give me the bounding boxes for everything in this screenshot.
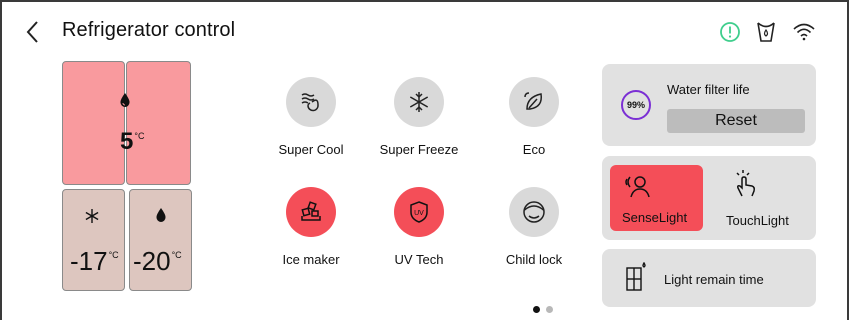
svg-text:UV: UV (414, 210, 424, 217)
sense-light-button[interactable]: SenseLight (610, 165, 703, 231)
back-chevron-icon (26, 21, 38, 43)
page-dot[interactable] (546, 306, 553, 313)
light-remain-label: Light remain time (664, 272, 764, 287)
fridge-left-door[interactable] (62, 61, 125, 185)
feature-eco[interactable]: Eco (479, 77, 589, 157)
filter-reset-button[interactable]: Reset (667, 109, 805, 133)
fridge-temperature: 5°C (120, 128, 144, 156)
feature-super-freeze[interactable]: Super Freeze (364, 77, 474, 157)
touch-light-button[interactable]: TouchLight (716, 165, 811, 231)
snowflake-icon (84, 208, 100, 229)
wifi-button[interactable] (792, 20, 816, 44)
child-lock-label: Child lock (505, 252, 563, 267)
super-cool-icon (301, 93, 319, 112)
sense-light-label: SenseLight (622, 210, 688, 225)
snowflake-icon (409, 92, 429, 112)
pagination-dots (533, 306, 553, 313)
touch-light-label: TouchLight (726, 213, 789, 228)
ice-cubes-icon (301, 201, 321, 221)
water-drop-icon (119, 92, 131, 113)
freezer-left-temp-unit: °C (108, 250, 119, 260)
eco-button[interactable] (509, 77, 559, 127)
super-freeze-label: Super Freeze (379, 142, 459, 157)
alert-button[interactable] (718, 20, 742, 44)
uv-tech-button[interactable]: UV (394, 187, 444, 237)
freezer-right-temp-value: -20 (133, 246, 171, 276)
touch-light-icon (736, 170, 755, 197)
eco-leaf-icon (524, 92, 543, 110)
fridge-temp-value: 5 (120, 128, 134, 155)
alert-icon (720, 22, 740, 42)
filter-percent: 99% (626, 100, 645, 110)
page-dot-active[interactable] (533, 306, 540, 313)
water-filter-label: Water filter life (667, 82, 750, 97)
filter-cup-icon (757, 22, 775, 42)
feature-child-lock[interactable]: Child lock (479, 187, 589, 267)
freezer-left-temp-value: -17 (70, 246, 108, 276)
drop-icon (155, 207, 167, 228)
freezer-right-temp-unit: °C (171, 250, 182, 260)
uv-tech-label: UV Tech (394, 252, 444, 267)
ice-maker-label: Ice maker (282, 252, 340, 267)
fridge-temp-unit: °C (134, 131, 145, 141)
header: Refrigerator control (0, 0, 849, 64)
super-cool-button[interactable] (286, 77, 336, 127)
wifi-icon (793, 23, 815, 41)
feature-uv-tech[interactable]: UV UV Tech (364, 187, 474, 267)
child-face-icon (523, 201, 545, 223)
filter-status-button[interactable] (754, 20, 778, 44)
eco-label: Eco (522, 142, 546, 157)
uv-shield-icon: UV (410, 201, 428, 223)
filter-percent-ring: 99% (621, 90, 651, 120)
ice-maker-button[interactable] (286, 187, 336, 237)
freezer-right-temperature: -20°C (133, 246, 182, 277)
page-title: Refrigerator control (62, 19, 236, 41)
feature-super-cool[interactable]: Super Cool (256, 77, 366, 157)
feature-ice-maker[interactable]: Ice maker (256, 187, 366, 267)
super-cool-label: Super Cool (278, 142, 344, 157)
fridge-right-door[interactable] (126, 61, 191, 185)
back-button[interactable] (20, 18, 44, 46)
sense-light-icon (625, 176, 650, 198)
super-freeze-button[interactable] (394, 77, 444, 127)
fridge-light-icon (624, 261, 650, 297)
freezer-left-temperature: -17°C (70, 246, 119, 277)
child-lock-button[interactable] (509, 187, 559, 237)
